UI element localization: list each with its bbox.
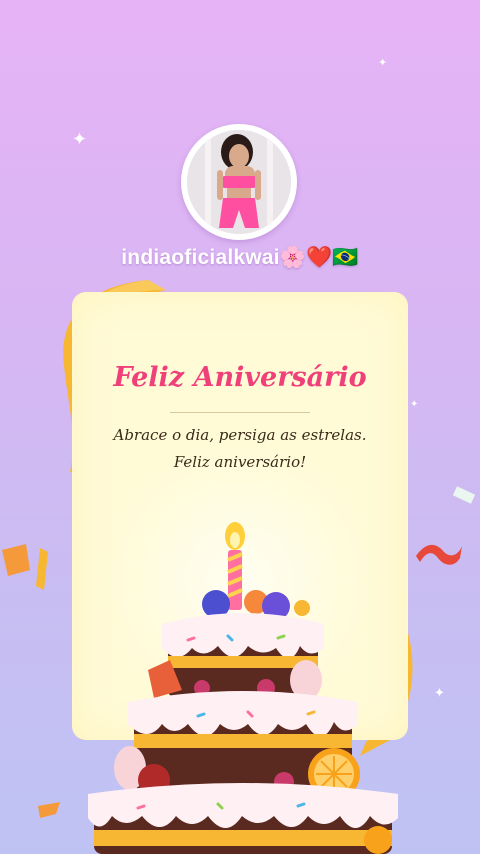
avatar-photo xyxy=(187,130,291,234)
avatar[interactable] xyxy=(181,124,297,240)
username-emojis: 🌸❤️🇧🇷 xyxy=(279,246,359,269)
title-divider xyxy=(170,412,310,413)
birthday-cake-illustration xyxy=(88,522,398,854)
username[interactable]: indiaoficialkwai🌸❤️🇧🇷 xyxy=(0,246,480,270)
card-message: Abrace o dia, persiga as estrelas. Feliz… xyxy=(113,426,367,471)
confetti-icon xyxy=(452,486,476,504)
sparkle-icon: ✦ xyxy=(72,129,88,149)
sparkle-icon: ✦ xyxy=(378,57,388,69)
card-title: Feliz Aniversário xyxy=(113,362,367,393)
sparkle-icon: ✦ xyxy=(434,685,445,700)
confetti-icon xyxy=(2,544,48,590)
confetti-icon xyxy=(38,802,60,818)
confetti-icon xyxy=(416,544,462,565)
sparkle-icon: ✦ xyxy=(410,399,419,410)
username-text: indiaoficialkwai xyxy=(121,246,280,269)
